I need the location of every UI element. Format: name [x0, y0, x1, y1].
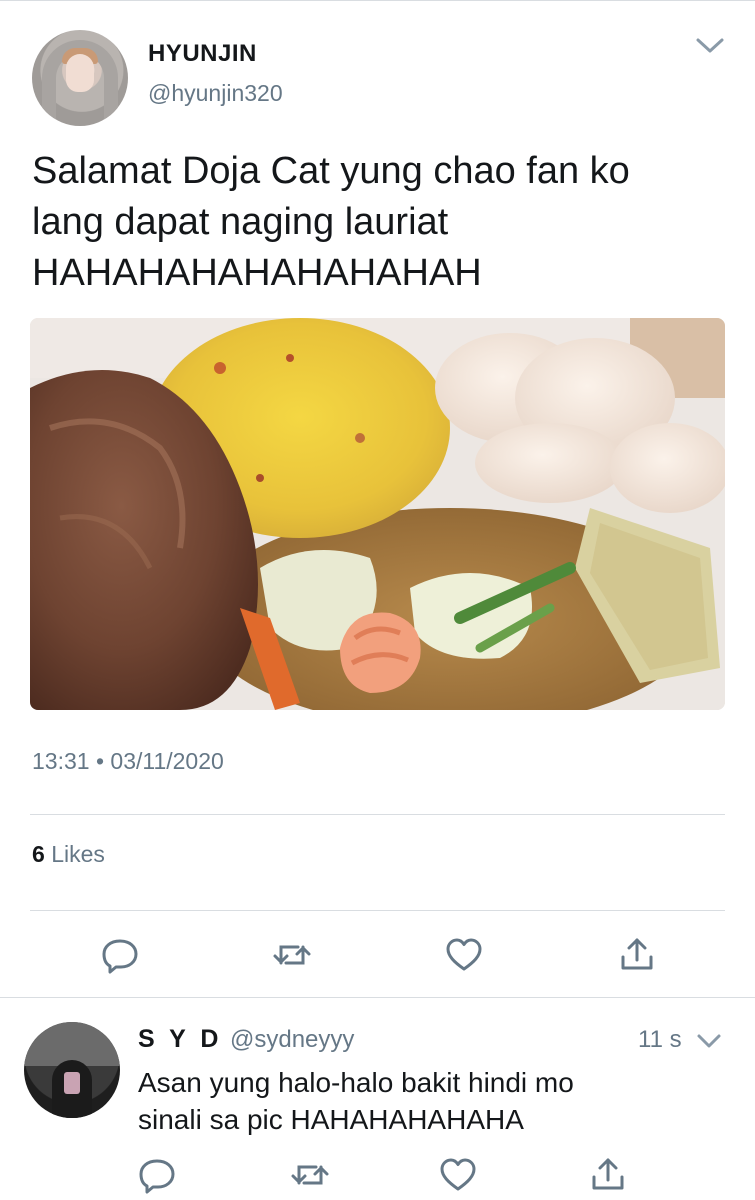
reply-text-line: Asan yung halo-halo bakit hindi mo: [138, 1067, 574, 1098]
heart-icon: [446, 938, 482, 971]
reply-author-handle[interactable]: @sydneyyy: [230, 1026, 354, 1054]
reply-author-avatar[interactable]: [24, 1022, 120, 1118]
like-button[interactable]: [444, 935, 484, 975]
retweet-button[interactable]: [272, 935, 312, 975]
author-avatar[interactable]: [32, 30, 128, 126]
reply-icon: [139, 1159, 175, 1194]
share-icon: [592, 1158, 624, 1190]
share-button[interactable]: [617, 935, 657, 975]
likes-count: 6: [32, 841, 45, 867]
retweet-icon: [273, 945, 311, 965]
timestamp-separator: •: [95, 748, 105, 774]
reply-button[interactable]: [100, 935, 140, 975]
section-divider: [0, 997, 755, 998]
reply-author-display-name[interactable]: S Y D: [138, 1025, 222, 1054]
food-photo-image: [30, 318, 725, 710]
reply-icon: [102, 939, 138, 974]
author-handle[interactable]: @hyunjin320: [148, 80, 283, 107]
tweet-time: 13:31: [32, 748, 90, 774]
reply-share-button[interactable]: [588, 1155, 628, 1195]
chevron-down-icon[interactable]: [695, 36, 725, 56]
tweet-text-line: HAHAHAHAHAHAHAHAH: [32, 252, 482, 294]
reply-text-line: sinali sa pic HAHAHAHAHAHA: [138, 1104, 524, 1135]
author-display-name[interactable]: HYUNJIN: [148, 40, 257, 68]
likes-stat[interactable]: 6 Likes: [32, 841, 105, 868]
divider: [30, 910, 725, 911]
reply-like-button[interactable]: [438, 1155, 478, 1195]
reply-text: Asan yung halo-halo bakit hindi mo sinal…: [138, 1064, 738, 1138]
divider: [30, 814, 725, 815]
reply-time: 11 s: [638, 1026, 682, 1053]
tweet-photo[interactable]: [30, 318, 725, 710]
share-icon: [621, 938, 653, 970]
likes-label: Likes: [51, 841, 105, 867]
heart-icon: [440, 1158, 476, 1191]
tweet-timestamp: 13:31 • 03/11/2020: [32, 748, 224, 775]
tweet-text-line: Salamat Doja Cat yung chao fan ko: [32, 150, 630, 192]
tweet-text: Salamat Doja Cat yung chao fan ko lang d…: [32, 146, 722, 299]
tweet-text-line: lang dapat naging lauriat: [32, 201, 449, 243]
reply-reply-button[interactable]: [137, 1155, 177, 1195]
reply-retweet-button[interactable]: [290, 1155, 330, 1195]
tweet-date: 03/11/2020: [110, 748, 224, 774]
top-divider: [0, 0, 755, 1]
chevron-down-icon[interactable]: [696, 1032, 722, 1050]
retweet-icon: [291, 1165, 329, 1185]
